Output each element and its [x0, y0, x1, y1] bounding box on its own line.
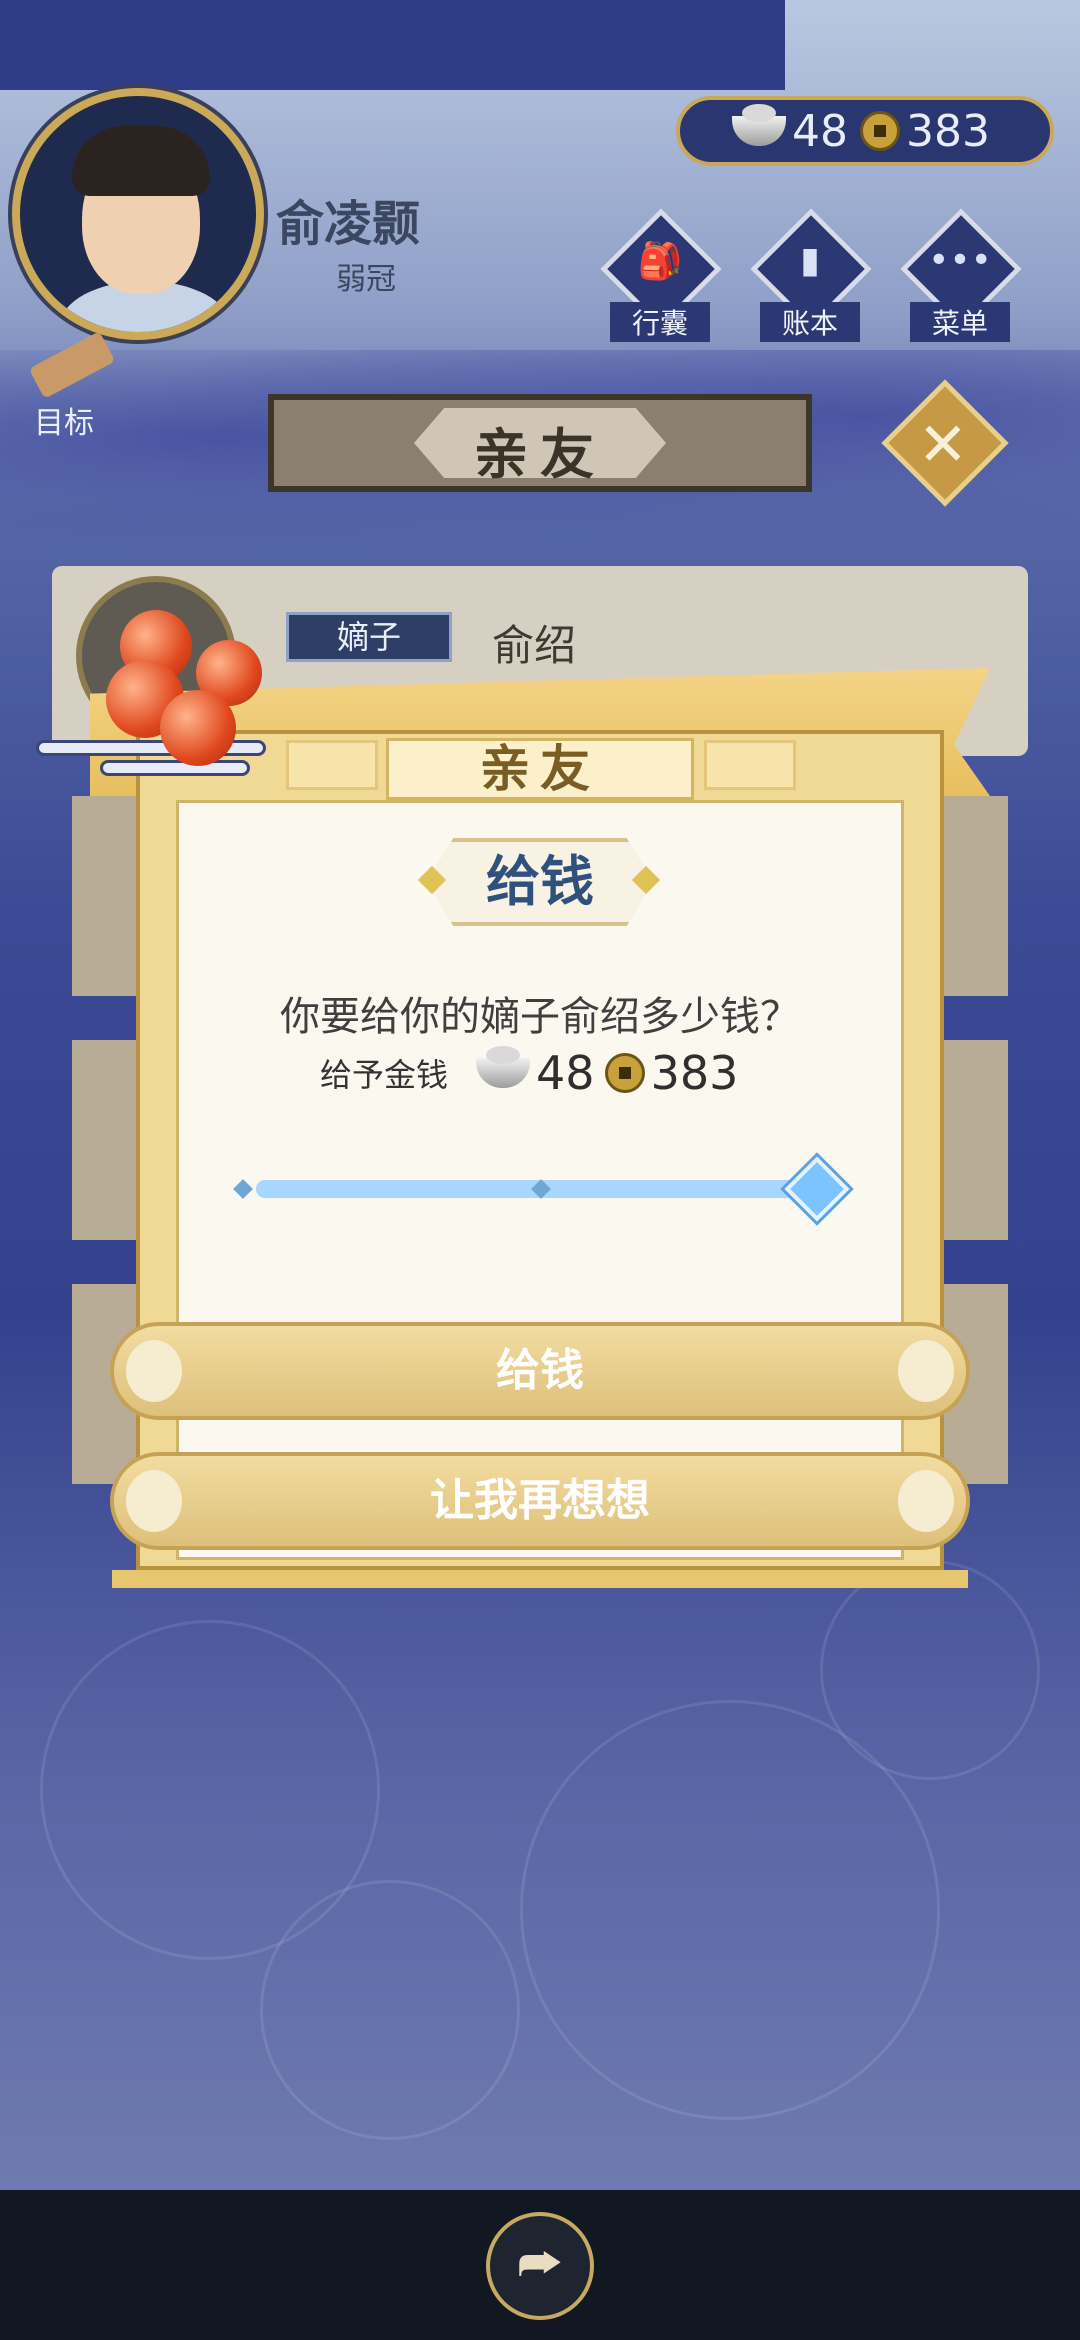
dialog-header: 亲友 [386, 738, 694, 800]
cloud-ornament-icon [126, 1470, 182, 1532]
scroll-icon [28, 331, 116, 399]
action-title: 给钱 [486, 850, 594, 913]
amount-label: 给予金钱 [320, 1056, 449, 1094]
copper-amount: 383 [906, 105, 990, 157]
share-icon: ⮫ [517, 2236, 563, 2292]
silver-amount: 48 [792, 105, 848, 157]
goal-label: 目标 [34, 406, 94, 441]
ledger-label: 账本 [760, 302, 860, 342]
dialog-header-ornament [286, 740, 378, 790]
friend-name: 俞绍 [492, 621, 577, 670]
player-avatar[interactable] [12, 88, 264, 340]
amount-silver: 48 [536, 1046, 595, 1100]
dialog-frame-base [112, 1570, 968, 1588]
silver-ingot-icon [476, 1046, 531, 1088]
list-tile [940, 796, 1008, 996]
dialog-header-ornament [704, 740, 796, 790]
swirl-pattern [820, 1560, 1040, 1780]
screen-title: 亲友 [474, 423, 606, 486]
give-money-question: 你要给你的嫡子俞绍多少钱？ [280, 994, 800, 1040]
screen-title-plate: 亲友 [268, 394, 812, 492]
ledger-button[interactable]: ▮ 账本 [750, 208, 872, 342]
cancel-button-label: 让我再想想 [430, 1475, 650, 1526]
hawthorn-fruit [160, 690, 236, 766]
menu-button[interactable]: ••• 菜单 [900, 208, 1022, 342]
close-icon: ✕ [917, 410, 969, 481]
copper-coin-icon [604, 1053, 645, 1093]
copper-coin-icon [860, 111, 900, 151]
currency-bar: 48 383 [676, 96, 1054, 166]
cloud-wisp [100, 760, 250, 776]
bag-button[interactable]: 🎒 行囊 [600, 208, 722, 342]
dialog-header-title: 亲友 [480, 740, 600, 798]
action-title-tag: 给钱 [426, 838, 654, 926]
ledger-icon: ▮ [800, 240, 820, 281]
bag-label: 行囊 [610, 302, 710, 342]
swirl-pattern [260, 1880, 520, 2140]
share-button[interactable]: ⮫ [486, 2212, 594, 2320]
cloud-ornament-icon [126, 1340, 182, 1402]
bag-icon: 🎒 [637, 241, 683, 282]
give-money-button[interactable]: 给钱 [110, 1322, 970, 1420]
cancel-button[interactable]: 让我再想想 [110, 1452, 970, 1550]
menu-label: 菜单 [910, 302, 1010, 342]
goal-button[interactable]: 目标 [18, 331, 118, 441]
top-dark-panel [0, 0, 785, 90]
player-age-title: 弱冠 [336, 262, 396, 297]
avatar-hair [72, 126, 210, 196]
list-tile [72, 796, 140, 996]
more-icon: ••• [928, 240, 992, 281]
give-money-button-label: 给钱 [496, 1345, 584, 1396]
relation-tag: 嫡子 [286, 612, 452, 662]
list-tile [72, 1040, 140, 1240]
silver-ingot-icon [732, 104, 786, 146]
list-tile [940, 1040, 1008, 1240]
amount-row: 给予金钱 48 383 [320, 1046, 748, 1100]
cloud-ornament-icon [898, 1340, 954, 1402]
amount-copper: 383 [650, 1046, 739, 1100]
cloud-ornament-icon [898, 1470, 954, 1532]
player-name: 俞凌颢 [276, 196, 421, 252]
